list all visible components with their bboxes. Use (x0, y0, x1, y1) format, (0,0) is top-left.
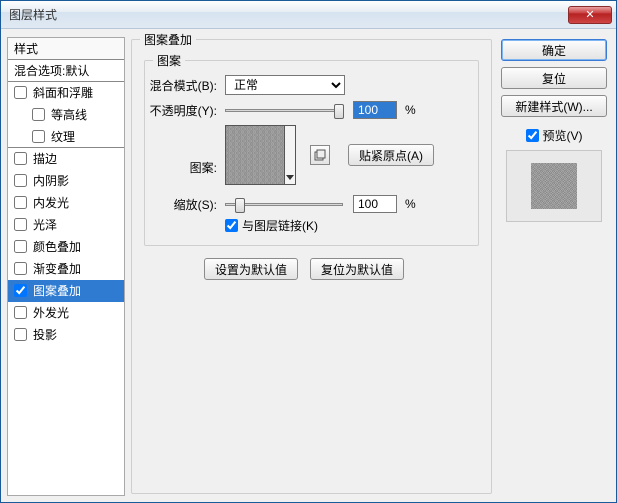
row-pattern: 图案: 贴紧原点(A) (145, 125, 434, 185)
pattern-dropdown-button[interactable] (285, 125, 296, 185)
right-action-panel: 确定 复位 新建样式(W)... 预览(V) (498, 37, 610, 496)
style-row-innerglow[interactable]: 内发光 (8, 192, 124, 214)
blend-options-label: 混合选项:默认 (14, 62, 89, 79)
checkbox-coloroverlay[interactable] (14, 240, 27, 253)
checkbox-innerglow[interactable] (14, 196, 27, 209)
checkbox-innershadow[interactable] (14, 174, 27, 187)
label-innerglow: 内发光 (33, 194, 69, 211)
ok-button[interactable]: 确定 (501, 39, 607, 61)
label-contour: 等高线 (51, 106, 87, 123)
groupbox-pattern-overlay: 图案叠加 图案 混合模式(B): 正常 不透明度(Y): (131, 39, 492, 494)
new-preset-icon (314, 149, 326, 161)
titlebar: 图层样式 ✕ (1, 1, 616, 29)
pattern-swatch[interactable] (225, 125, 285, 185)
opacity-slider-thumb[interactable] (334, 104, 344, 119)
style-row-coloroverlay[interactable]: 颜色叠加 (8, 236, 124, 258)
preview-checkbox[interactable] (526, 129, 539, 142)
style-row-bevel[interactable]: 斜面和浮雕 (8, 82, 124, 104)
scale-slider[interactable] (225, 203, 343, 206)
groupbox-pattern: 图案 混合模式(B): 正常 不透明度(Y): (144, 60, 479, 246)
close-button[interactable]: ✕ (568, 6, 612, 24)
label-dropshadow: 投影 (33, 326, 57, 343)
set-default-button[interactable]: 设置为默认值 (204, 258, 298, 280)
preview-label: 预览(V) (543, 127, 583, 144)
blend-options-row[interactable]: 混合选项:默认 (8, 60, 124, 82)
window-title: 图层样式 (9, 6, 568, 23)
scale-input[interactable] (353, 195, 397, 213)
label-stroke: 描边 (33, 150, 57, 167)
opacity-slider[interactable] (225, 109, 343, 112)
label-gradientoverlay: 渐变叠加 (33, 260, 81, 277)
row-scale: 缩放(S): % (145, 195, 468, 213)
checkbox-patternoverlay[interactable] (14, 284, 27, 297)
label-coloroverlay: 颜色叠加 (33, 238, 81, 255)
reset-default-button[interactable]: 复位为默认值 (310, 258, 404, 280)
scale-label: 缩放(S): (145, 196, 225, 213)
content-area: 样式 混合选项:默认 斜面和浮雕 等高线 纹理 描边 内阴影 (1, 29, 616, 502)
pattern-label: 图案: (145, 135, 225, 176)
row-blend-mode: 混合模式(B): 正常 (145, 75, 468, 95)
checkbox-texture[interactable] (32, 130, 45, 143)
row-opacity: 不透明度(Y): % (145, 101, 468, 119)
checkbox-gradientoverlay[interactable] (14, 262, 27, 275)
checkbox-contour[interactable] (32, 108, 45, 121)
style-row-innershadow[interactable]: 内阴影 (8, 170, 124, 192)
opacity-input[interactable] (353, 101, 397, 119)
row-defaults: 设置为默认值 复位为默认值 (204, 258, 404, 280)
label-satin: 光泽 (33, 216, 57, 233)
chevron-down-icon (286, 175, 294, 180)
style-row-outerglow[interactable]: 外发光 (8, 302, 124, 324)
options-panel: 图案叠加 图案 混合模式(B): 正常 不透明度(Y): (129, 37, 494, 496)
opacity-percent: % (405, 103, 416, 117)
style-row-dropshadow[interactable]: 投影 (8, 324, 124, 346)
legend-pattern: 图案 (153, 52, 185, 69)
blend-mode-label: 混合模式(B): (145, 77, 225, 94)
preview-thumbnail (531, 163, 577, 209)
label-bevel: 斜面和浮雕 (33, 84, 93, 101)
legend-pattern-overlay: 图案叠加 (140, 31, 196, 48)
checkbox-satin[interactable] (14, 218, 27, 231)
style-row-texture[interactable]: 纹理 (8, 126, 124, 148)
checkbox-bevel[interactable] (14, 86, 27, 99)
opacity-label: 不透明度(Y): (145, 102, 225, 119)
snap-origin-button[interactable]: 贴紧原点(A) (348, 144, 434, 166)
checkbox-stroke[interactable] (14, 152, 27, 165)
preview-area (506, 150, 602, 222)
new-preset-button[interactable] (310, 145, 330, 165)
label-innershadow: 内阴影 (33, 172, 69, 189)
label-patternoverlay: 图案叠加 (33, 282, 81, 299)
blend-mode-select[interactable]: 正常 (225, 75, 345, 95)
style-row-contour[interactable]: 等高线 (8, 104, 124, 126)
link-layer-checkbox[interactable] (225, 219, 238, 232)
link-layer-label: 与图层链接(K) (242, 217, 318, 234)
scale-percent: % (405, 197, 416, 211)
row-link: 与图层链接(K) (225, 217, 318, 234)
label-texture: 纹理 (51, 128, 75, 145)
layer-style-dialog: 图层样式 ✕ 样式 混合选项:默认 斜面和浮雕 等高线 纹理 描边 (0, 0, 617, 503)
style-row-patternoverlay[interactable]: 图案叠加 (8, 280, 124, 302)
checkbox-outerglow[interactable] (14, 306, 27, 319)
style-row-gradientoverlay[interactable]: 渐变叠加 (8, 258, 124, 280)
checkbox-dropshadow[interactable] (14, 328, 27, 341)
style-row-satin[interactable]: 光泽 (8, 214, 124, 236)
new-style-button[interactable]: 新建样式(W)... (501, 95, 607, 117)
style-list: 样式 混合选项:默认 斜面和浮雕 等高线 纹理 描边 内阴影 (7, 37, 125, 496)
style-row-stroke[interactable]: 描边 (8, 148, 124, 170)
label-outerglow: 外发光 (33, 304, 69, 321)
stylelist-header[interactable]: 样式 (8, 38, 124, 60)
scale-slider-thumb[interactable] (235, 198, 245, 213)
cancel-button[interactable]: 复位 (501, 67, 607, 89)
